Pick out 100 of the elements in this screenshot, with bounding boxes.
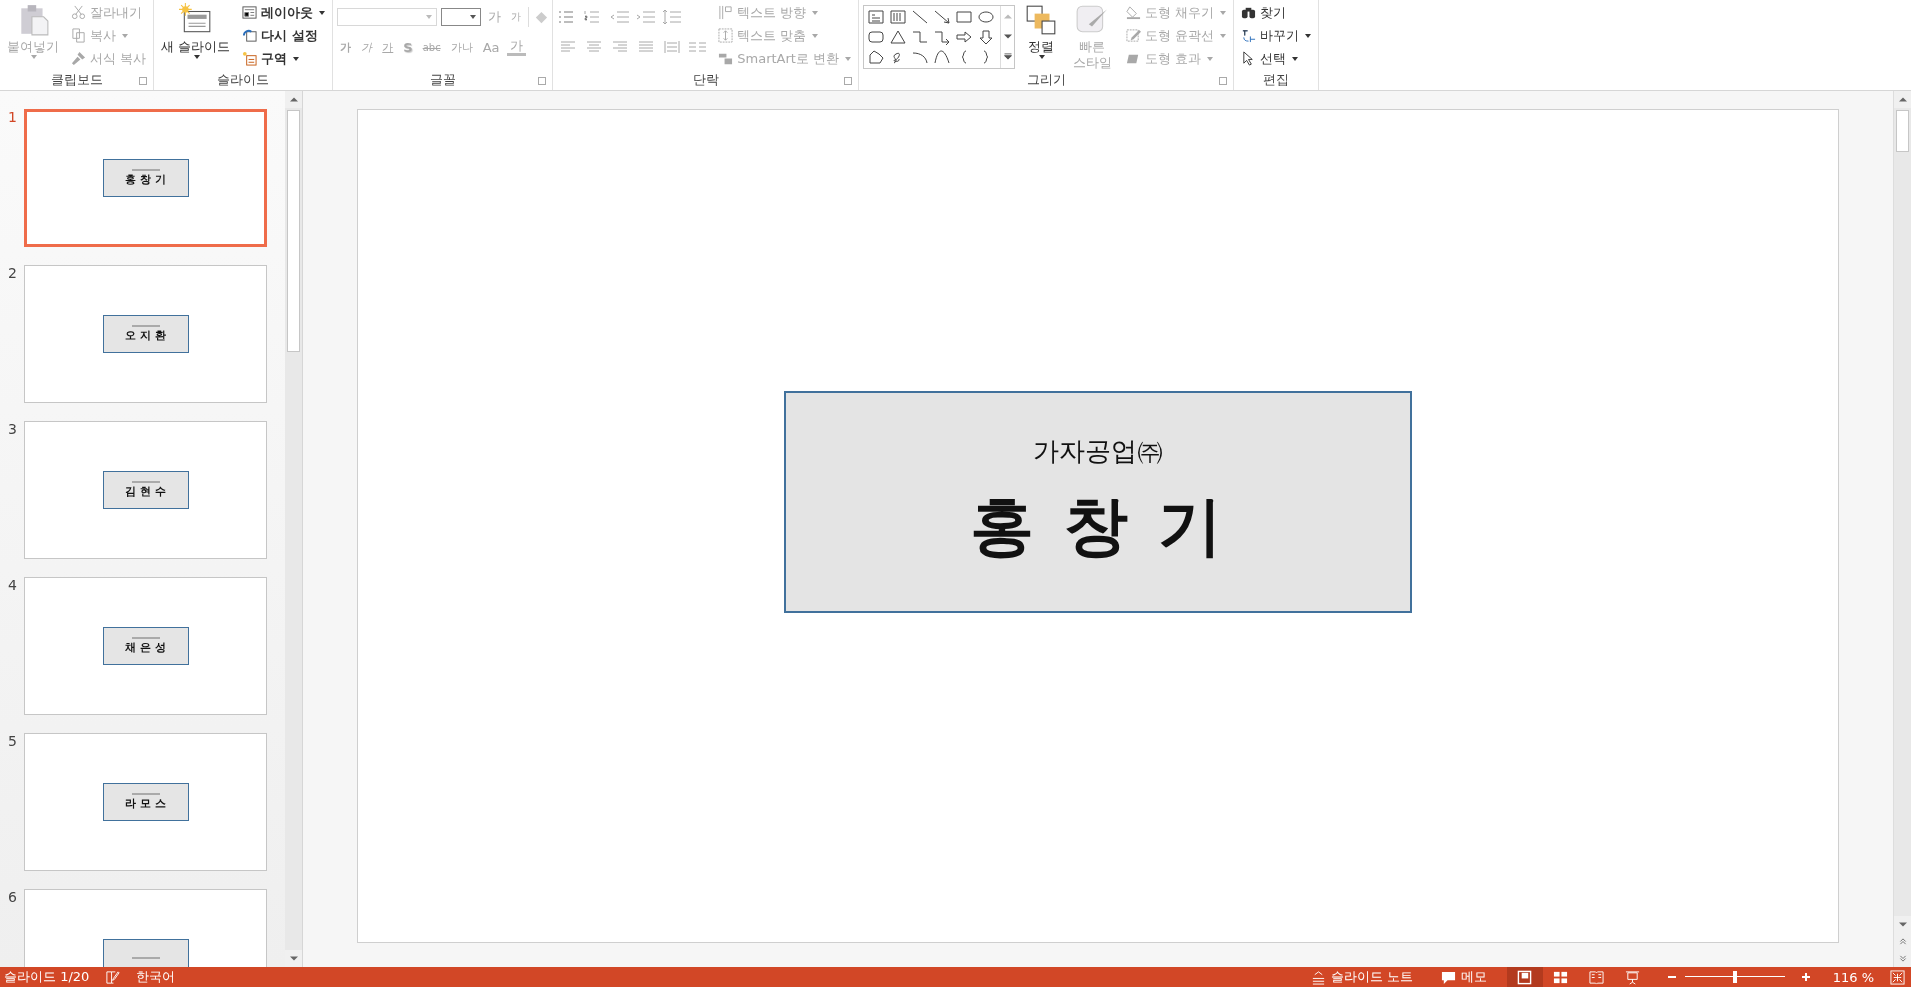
caret-icon xyxy=(1292,56,1299,61)
next-slide-icon[interactable] xyxy=(1894,950,1911,967)
group-label: 글꼴 xyxy=(429,71,456,89)
paint-bucket-icon xyxy=(1126,5,1142,20)
dialog-launcher-icon[interactable] xyxy=(1219,77,1228,85)
scroll-up-icon[interactable] xyxy=(1894,91,1911,108)
caret-icon xyxy=(1305,33,1312,38)
group-label: 그리기 xyxy=(1026,71,1066,89)
shape-gallery[interactable] xyxy=(863,5,1016,69)
title-box[interactable]: 가자공업㈜ 홍 창 기 xyxy=(784,391,1412,613)
language-label[interactable]: 한국어 xyxy=(136,968,176,986)
caret-icon xyxy=(1207,56,1214,61)
ribbon-button[interactable]: 구역 xyxy=(239,48,329,69)
elbowarrow-shape-icon[interactable] xyxy=(933,29,952,45)
notes-icon xyxy=(1310,969,1326,985)
caret-icon xyxy=(812,10,819,15)
dialog-launcher-icon[interactable] xyxy=(844,77,853,85)
slide-title: 김 현 수 xyxy=(125,485,166,499)
caret-icon xyxy=(1220,10,1227,15)
tiny-text-mark xyxy=(131,793,160,795)
caret-icon xyxy=(319,10,326,15)
triangle-shape-icon[interactable] xyxy=(889,29,908,45)
group-label: 슬라이드 xyxy=(217,71,270,89)
caret-icon xyxy=(1039,55,1046,59)
group-label: 단락 xyxy=(692,71,719,89)
scroll-down-icon[interactable] xyxy=(1894,916,1911,933)
dialog-launcher-icon[interactable] xyxy=(139,77,148,85)
book-icon xyxy=(1589,969,1605,985)
copy-icon xyxy=(71,28,86,43)
zoom-in-icon[interactable] xyxy=(1800,972,1811,982)
caret-icon xyxy=(193,55,200,59)
new-slide-button[interactable]: 새 슬라이드 xyxy=(158,2,234,60)
slide-number: 5 xyxy=(8,733,18,751)
tiny-text-mark xyxy=(131,957,160,959)
ribbon-button[interactable]: 선택 xyxy=(1238,48,1315,69)
slide-title: 오 지 환 xyxy=(125,329,166,343)
slide-title: 라 모 스 xyxy=(125,797,166,811)
caret-icon xyxy=(1220,33,1227,38)
grid-icon xyxy=(1553,969,1569,985)
reset-icon xyxy=(242,28,258,43)
tiny-text-mark xyxy=(131,169,160,171)
font-size-field[interactable] xyxy=(441,8,482,26)
slide-thumbnail[interactable]: 김 현 수 xyxy=(24,421,267,559)
caret-icon xyxy=(31,55,37,59)
arc-shape-icon[interactable] xyxy=(911,49,930,65)
slide-thumbnail[interactable]: 홍 창 기 xyxy=(24,109,267,247)
slide-number: 3 xyxy=(8,421,18,439)
scrollbar-thumb[interactable] xyxy=(287,110,300,352)
slide-thumbnail[interactable]: 라 모 스 xyxy=(24,733,267,871)
ribbon-button[interactable]: 찾기 xyxy=(1238,2,1315,23)
pencil-icon xyxy=(1126,28,1142,43)
text-direction-icon xyxy=(718,5,734,20)
slide-title: 홍 창 기 xyxy=(969,488,1227,565)
zoom-slider[interactable] xyxy=(1684,970,1785,984)
brush-icon xyxy=(71,51,86,66)
slide-title: 채 은 성 xyxy=(125,641,166,655)
ribbon-button[interactable]: 바꾸기 xyxy=(1238,25,1315,46)
projector-icon xyxy=(1625,969,1641,985)
curve-shape-icon[interactable] xyxy=(933,49,952,65)
caret-icon xyxy=(845,56,852,61)
slide-number: 2 xyxy=(8,265,18,283)
replace-icon xyxy=(1241,28,1257,43)
slide-thumbnail[interactable]: 오 지 환 xyxy=(24,265,267,403)
notes-button[interactable]: 슬라이드 노트 xyxy=(1310,968,1413,986)
slide-number: 6 xyxy=(8,889,18,907)
normal-view-icon xyxy=(1517,969,1533,985)
comment-icon xyxy=(1440,969,1456,985)
dialog-launcher-icon[interactable] xyxy=(538,77,547,85)
slider-thumb[interactable] xyxy=(1732,971,1737,983)
line-spacing-icon[interactable] xyxy=(661,9,684,25)
slide-counter: 슬라이드 1/20 xyxy=(4,968,90,986)
arrow-shape-icon[interactable] xyxy=(933,9,952,25)
tiny-text-mark xyxy=(131,325,160,327)
fit-to-window-icon[interactable] xyxy=(1890,969,1905,985)
tiny-text-mark xyxy=(131,481,160,483)
rightarrow-shape-icon[interactable] xyxy=(955,29,974,45)
tiny-text-mark xyxy=(131,637,160,639)
freeform-shape-icon[interactable] xyxy=(867,49,886,65)
comments-button[interactable]: 메모 xyxy=(1440,968,1487,986)
section-icon xyxy=(242,51,258,66)
slide-number: 1 xyxy=(8,109,18,127)
roundrect-shape-icon[interactable] xyxy=(867,29,886,45)
binoculars-icon xyxy=(1241,5,1257,20)
scroll-down-icon[interactable] xyxy=(285,950,302,967)
oval-shape-icon[interactable] xyxy=(977,9,996,25)
slide-number: 4 xyxy=(8,577,18,595)
arrange-button[interactable]: 정렬 xyxy=(1021,2,1062,60)
text-align-icon xyxy=(718,28,734,43)
zoom-level[interactable]: 116 % xyxy=(1832,969,1874,985)
scrollbar-thumb[interactable] xyxy=(1896,110,1909,152)
slide-title: 홍 창 기 xyxy=(125,173,166,187)
line-shape-icon[interactable] xyxy=(911,9,930,25)
slide-thumbnail[interactable]: 채 은 성 xyxy=(24,577,267,715)
view-button[interactable] xyxy=(1506,967,1543,987)
caret-icon xyxy=(812,33,819,38)
group-label: 클립보드 xyxy=(50,71,103,89)
ribbon-button[interactable]: 레이아웃 xyxy=(239,2,329,23)
ribbon-button[interactable]: 다시 설정 xyxy=(239,25,329,46)
spell-check-icon[interactable] xyxy=(105,969,121,985)
scroll-up-icon[interactable] xyxy=(285,91,302,108)
